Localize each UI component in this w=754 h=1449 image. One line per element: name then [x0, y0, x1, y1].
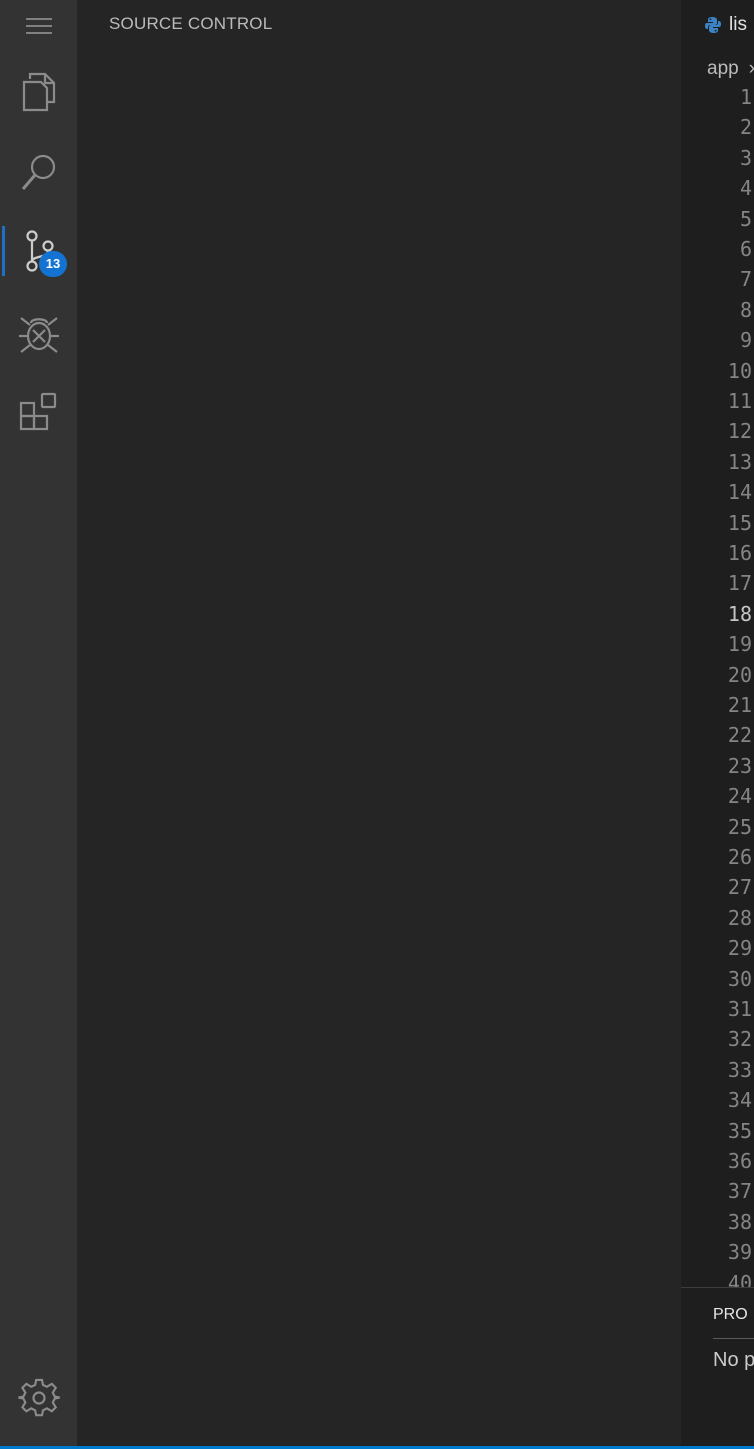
line-number: 34: [727, 1088, 752, 1113]
line-number: 38: [727, 1209, 752, 1234]
line-number: 33: [727, 1057, 752, 1082]
line-number: 5: [739, 206, 752, 231]
explorer-button[interactable]: [0, 62, 77, 122]
line-number: 28: [727, 905, 752, 930]
breadcrumb-separator: ›: [749, 58, 754, 79]
line-number: 24: [727, 784, 752, 809]
line-number: 39: [727, 1240, 752, 1265]
sidebar: SOURCE CONTROL: [77, 0, 681, 1446]
line-number: 37: [727, 1179, 752, 1204]
line-number: 12: [727, 419, 752, 444]
line-number: 4: [739, 176, 752, 201]
hamburger-menu-icon: [25, 18, 52, 34]
line-number: 20: [727, 662, 752, 687]
line-number: 26: [727, 845, 752, 869]
line-number: 15: [727, 510, 752, 535]
breadcrumb: app ›: [707, 58, 754, 80]
line-number: 1: [739, 85, 752, 109]
line-number: 36: [727, 1149, 752, 1173]
search-icon: [21, 154, 55, 190]
line-number: 40: [727, 1270, 752, 1287]
extensions-icon: [19, 392, 56, 431]
line-number: 23: [727, 753, 752, 778]
line-number: 10: [727, 358, 752, 383]
debug-icon: [18, 317, 59, 353]
line-number: 2: [739, 115, 752, 140]
line-number: 16: [727, 541, 752, 565]
line-number: 3: [739, 145, 752, 170]
extensions-button[interactable]: [0, 382, 77, 442]
line-number: 25: [727, 814, 752, 839]
line-number: 29: [727, 936, 752, 961]
sidebar-title: SOURCE CONTROL: [109, 14, 273, 33]
editor-tab[interactable]: lis: [681, 0, 754, 50]
source-control-button[interactable]: [0, 221, 77, 281]
line-number: 14: [727, 480, 752, 505]
line-number: 7: [739, 267, 752, 292]
line-number: 11: [727, 389, 752, 413]
line-number: 21: [727, 693, 752, 717]
line-number: 27: [727, 875, 752, 900]
line-number: 35: [727, 1118, 752, 1143]
line-number: 22: [727, 723, 752, 748]
tab-bar: lis: [681, 0, 754, 50]
line-number: 30: [727, 966, 752, 991]
panel-tab-underline: [713, 1338, 754, 1339]
editor: lis app› 1234567891011121314151617181920…: [681, 0, 754, 1287]
bottom-panel: PRO No p: [681, 1287, 754, 1447]
line-number: 17: [727, 571, 752, 596]
gear-icon: [17, 1378, 60, 1417]
line-number: 8: [739, 297, 752, 322]
python-icon: [705, 17, 721, 33]
line-number: 13: [727, 449, 752, 474]
editor-tab-label: lis: [729, 14, 747, 35]
search-button[interactable]: [0, 142, 77, 202]
run-debug-button[interactable]: [0, 302, 77, 362]
line-number: 6: [739, 237, 752, 261]
panel-tab-problems[interactable]: PRO: [713, 1306, 748, 1324]
activity-bar: 13: [0, 0, 77, 1446]
line-number: 18: [727, 601, 752, 626]
breadcrumb-item[interactable]: app: [707, 58, 739, 79]
line-number: 9: [739, 328, 752, 353]
line-number: 32: [727, 1027, 752, 1052]
line-number: 19: [727, 632, 752, 657]
panel-message: No p: [713, 1349, 754, 1371]
files-icon: [22, 72, 55, 112]
settings-button[interactable]: [0, 1368, 77, 1428]
line-number: 31: [727, 997, 752, 1021]
source-control-badge: 13: [39, 251, 67, 277]
menu-button[interactable]: [0, 0, 77, 56]
